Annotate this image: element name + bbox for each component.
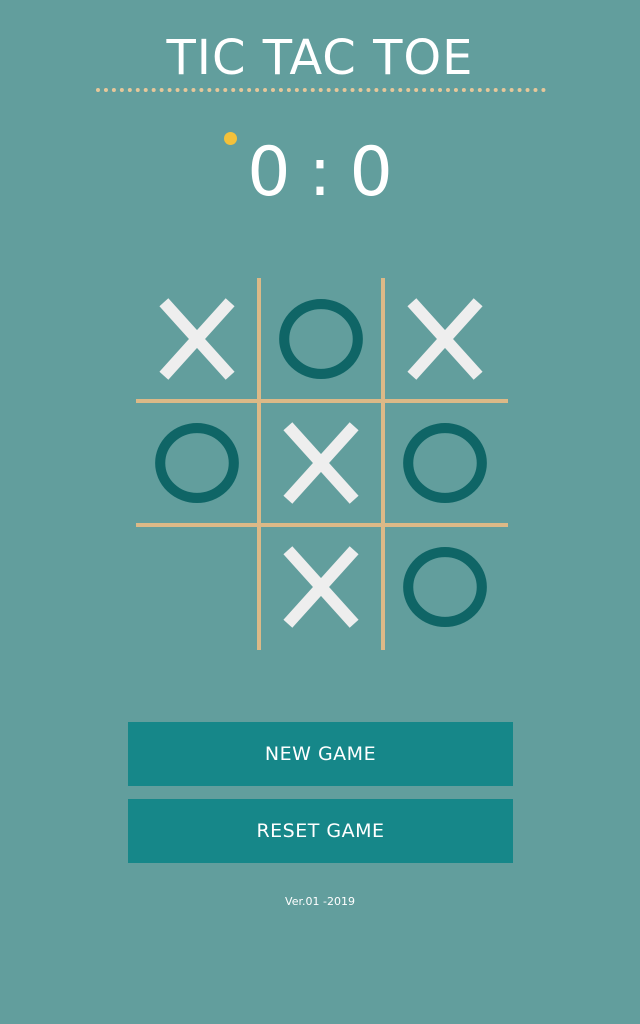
board-cell-1-2[interactable]: O: [384, 402, 505, 523]
version-label: Ver.01 -2019: [285, 895, 355, 908]
x-mark-icon: X: [282, 421, 359, 504]
o-mark-icon: O: [278, 298, 363, 379]
o-mark-icon: O: [402, 422, 487, 503]
new-game-button[interactable]: NEW GAME: [128, 722, 513, 786]
board-cell-0-2[interactable]: X: [384, 278, 505, 399]
board-cell-0-1[interactable]: O: [260, 278, 381, 399]
reset-game-button[interactable]: RESET GAME: [128, 799, 513, 863]
scoreboard: 0:0: [0, 130, 640, 216]
x-mark-icon: X: [406, 297, 483, 380]
score-separator: :: [308, 133, 332, 212]
x-mark-icon: X: [282, 545, 359, 628]
board-cell-2-1[interactable]: X: [260, 526, 381, 647]
board-cell-1-1[interactable]: X: [260, 402, 381, 523]
score-player-one: 0: [247, 133, 291, 212]
page-title: TIC TAC TOE: [166, 30, 474, 86]
board-cell-1-0[interactable]: O: [136, 402, 257, 523]
x-mark-icon: X: [158, 297, 235, 380]
board-cell-2-2[interactable]: O: [384, 526, 505, 647]
game-board: XOXOXOXO: [136, 278, 508, 650]
board-cell-0-0[interactable]: X: [136, 278, 257, 399]
o-mark-icon: O: [154, 422, 239, 503]
title-divider: [96, 88, 546, 92]
o-mark-icon: O: [402, 546, 487, 627]
score-player-two: 0: [349, 133, 393, 212]
board-cell-2-0[interactable]: [136, 526, 257, 647]
